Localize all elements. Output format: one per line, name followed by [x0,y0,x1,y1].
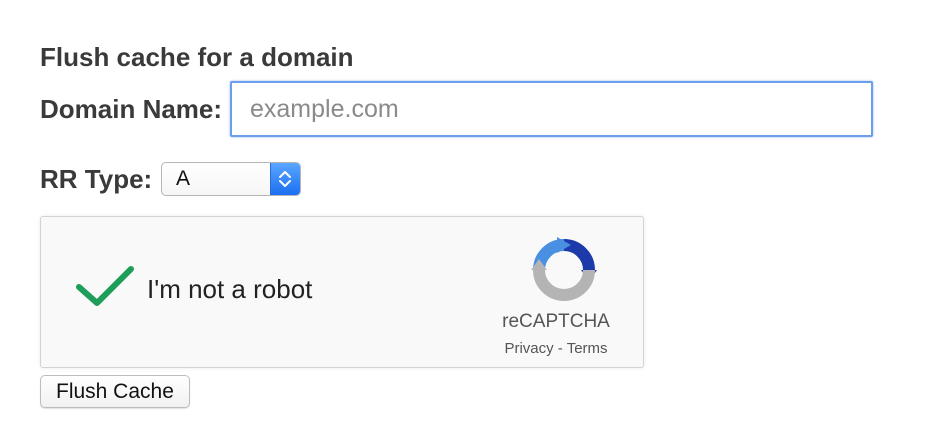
select-updown-arrow-icon [270,163,300,195]
privacy-link[interactable]: Privacy [504,340,553,357]
terms-link[interactable]: Terms [567,340,608,357]
domain-name-input[interactable] [230,81,873,137]
rr-type-select[interactable]: A [161,162,301,196]
checkmark-icon[interactable] [75,263,135,309]
captcha-label[interactable]: I'm not a robot [147,274,312,305]
links-separator: - [553,340,567,357]
recaptcha-widget: I'm not a robot reCAPTCHA Privacy - Term… [40,216,644,368]
flush-cache-page: Flush cache for a domain Domain Name: RR… [0,0,952,444]
recaptcha-links: Privacy - Terms [481,340,631,357]
recaptcha-logo-icon [531,237,597,303]
rr-type-label: RR Type: [40,164,153,194]
recaptcha-brand: reCAPTCHA [502,311,610,332]
page-title: Flush cache for a domain [40,42,354,72]
flush-cache-button[interactable]: Flush Cache [40,375,190,408]
domain-name-label: Domain Name: [40,94,223,124]
rr-type-selected-value: A [176,167,191,190]
